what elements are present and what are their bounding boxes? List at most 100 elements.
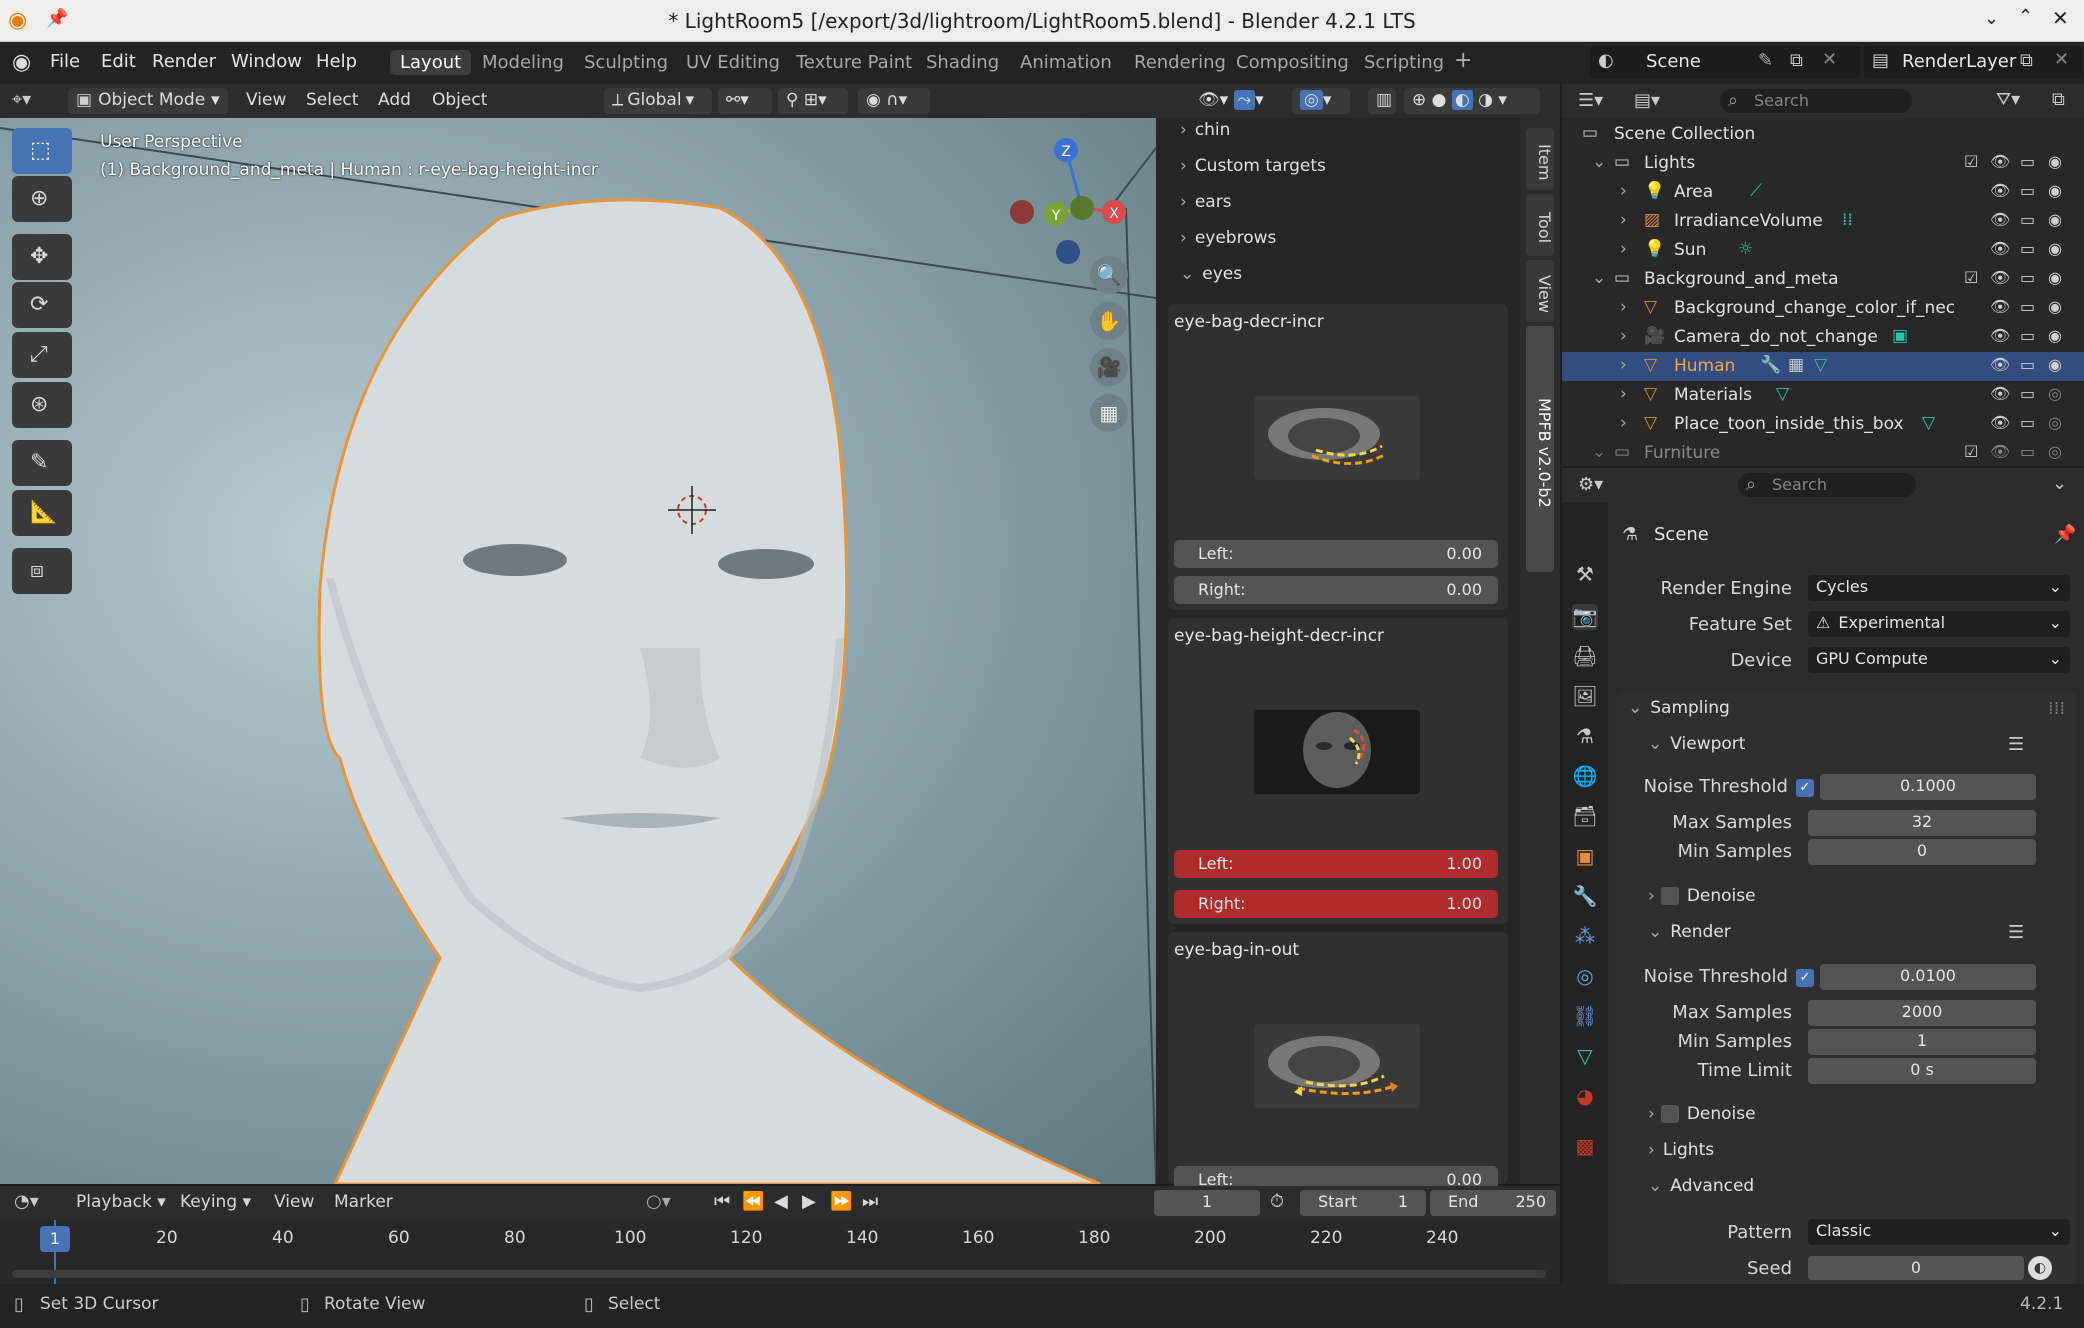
play-icon[interactable]: ▶ bbox=[802, 1191, 816, 1212]
clock-editor-icon[interactable]: ◔▾ bbox=[14, 1191, 39, 1212]
properties-search-input[interactable]: ⌕ Search bbox=[1738, 473, 1916, 497]
viewport-noise-threshold-field[interactable]: 0.1000 bbox=[1820, 774, 2036, 800]
jump-end-icon[interactable]: ⏭ bbox=[862, 1191, 878, 1212]
ortho-grid-icon[interactable]: ▦ bbox=[1090, 394, 1128, 432]
select-box-tool[interactable]: ⬚ bbox=[12, 128, 72, 174]
eye-icon[interactable]: 👁 bbox=[1990, 181, 2010, 200]
monitor-icon[interactable]: ▭ bbox=[2020, 326, 2035, 345]
pan-hand-icon[interactable]: ✋ bbox=[1090, 302, 1128, 340]
camera-icon[interactable]: ◎ bbox=[2048, 384, 2062, 403]
current-frame-field[interactable]: 1 bbox=[1154, 1190, 1260, 1216]
left-eye-bag-slider[interactable]: Left: 0.00 bbox=[1174, 540, 1498, 568]
camera-icon[interactable]: ◉ bbox=[2048, 210, 2062, 229]
advanced-subheader[interactable]: ⌄ Advanced bbox=[1648, 1176, 1754, 1196]
outliner-row-place-toon[interactable]: › ▽ Place_toon_inside_this_box ▽ 👁 ▭ ◎ bbox=[1562, 410, 2084, 439]
outliner-search-input[interactable]: ⌕ Search bbox=[1720, 89, 1912, 113]
presets-list-icon[interactable]: ☰ bbox=[2008, 734, 2024, 755]
timeline-ruler[interactable]: 1 20 40 60 80 100 120 140 160 180 200 22… bbox=[0, 1220, 1560, 1284]
outliner-row-sun[interactable]: › 💡 Sun ☼ 👁 ▭ ◉ bbox=[1562, 236, 2084, 265]
denoise-checkbox[interactable] bbox=[1660, 887, 1679, 905]
monitor-icon[interactable]: ▭ bbox=[2020, 355, 2035, 374]
tab-texture-paint[interactable]: Texture Paint bbox=[786, 50, 922, 75]
close-button[interactable]: ✕ bbox=[2052, 6, 2069, 30]
eye-icon[interactable]: 👁 bbox=[1990, 239, 2010, 258]
presets-list-icon[interactable]: ☰ bbox=[2008, 922, 2024, 943]
tab-animation[interactable]: Animation bbox=[1010, 50, 1122, 75]
scale-tool[interactable]: ⤢ bbox=[12, 332, 72, 378]
outliner-row-background-and-meta[interactable]: ⌄ ▭ Background_and_meta ☑ 👁 ▭ ◉ bbox=[1562, 265, 2084, 294]
menu-object[interactable]: Object bbox=[432, 90, 487, 110]
menu-file[interactable]: File bbox=[50, 51, 80, 72]
eye-icon[interactable]: 👁 bbox=[1990, 413, 2010, 432]
stopwatch-icon[interactable]: ⏱ bbox=[1270, 1191, 1284, 1212]
render-engine-dropdown[interactable]: Cycles ⌄ bbox=[1808, 575, 2070, 601]
outliner-row-human[interactable]: › ▽ Human 🔧 ▦ ▽ 👁 ▭ ◉ bbox=[1562, 352, 2084, 381]
monitor-icon[interactable]: ▭ bbox=[2020, 181, 2035, 200]
monitor-icon[interactable]: ▭ bbox=[2020, 442, 2035, 461]
tab-layout[interactable]: Layout bbox=[390, 50, 472, 75]
start-frame-field[interactable]: Start 1 bbox=[1300, 1190, 1426, 1216]
lights-subheader[interactable]: › Lights bbox=[1648, 1140, 1714, 1160]
eye-icon[interactable]: 👁 bbox=[1990, 442, 2010, 461]
view-layer-selector[interactable]: ▤ RenderLayer ⧉ ✕ bbox=[1864, 46, 2082, 78]
display-mode-icon[interactable]: ▤▾ bbox=[1634, 90, 1660, 111]
delete-view-layer-icon[interactable]: ✕ bbox=[2054, 49, 2069, 70]
eye-icon[interactable]: 👁 bbox=[1990, 297, 2010, 316]
eye-icon[interactable]: 👁 bbox=[1990, 210, 2010, 229]
camera-icon[interactable]: ◉ bbox=[2048, 239, 2062, 258]
viewport-subheader[interactable]: ⌄ Viewport bbox=[1648, 734, 1745, 754]
outliner-row-materials[interactable]: › ▽ Materials ▽ 👁 ▭ ◎ bbox=[1562, 381, 2084, 410]
menu-window[interactable]: Window bbox=[231, 51, 302, 72]
pin-icon[interactable]: 📌 bbox=[2054, 524, 2076, 545]
camera-icon[interactable]: ◉ bbox=[2048, 268, 2062, 287]
minimize-button[interactable]: ⌄ bbox=[1984, 8, 1999, 29]
marker-menu[interactable]: Marker bbox=[334, 1192, 393, 1212]
eye-icon[interactable]: 👁 bbox=[1990, 384, 2010, 403]
editor-type-icon[interactable]: ⚙▾ bbox=[1578, 474, 1603, 495]
particles-tab-icon[interactable]: ⁂ bbox=[1572, 924, 1598, 950]
xray-toggle[interactable]: ▥ bbox=[1368, 88, 1396, 114]
outliner-row-area[interactable]: › 💡 Area ⟋ 👁 ▭ ◉ bbox=[1562, 178, 2084, 207]
render-denoise-header[interactable]: › Denoise bbox=[1648, 1104, 1756, 1124]
add-workspace-icon[interactable]: + bbox=[1454, 48, 1472, 73]
new-collection-icon[interactable]: ⧉ bbox=[2052, 89, 2065, 110]
camera-icon[interactable]: ◎ bbox=[2048, 413, 2062, 432]
monitor-icon[interactable]: ▭ bbox=[2020, 384, 2035, 403]
camera-icon[interactable]: ◉ bbox=[2048, 181, 2062, 200]
menu-edit[interactable]: Edit bbox=[101, 51, 136, 72]
maximize-button[interactable]: ⌃ bbox=[2018, 6, 2033, 27]
group-ears[interactable]: › ears bbox=[1180, 192, 1232, 212]
menu-render[interactable]: Render bbox=[152, 51, 216, 72]
monitor-icon[interactable]: ▭ bbox=[2020, 239, 2035, 258]
zoom-icon[interactable]: 🔍 bbox=[1090, 256, 1128, 294]
tab-item[interactable]: Item bbox=[1526, 128, 1554, 190]
render-max-samples-field[interactable]: 2000 bbox=[1808, 1000, 2036, 1026]
new-view-layer-icon[interactable]: ⧉ bbox=[2020, 50, 2033, 71]
render-subheader[interactable]: ⌄ Render bbox=[1648, 922, 1731, 942]
navigation-gizmo[interactable]: Z X Y bbox=[990, 128, 1140, 278]
group-eyebrows[interactable]: › eyebrows bbox=[1180, 228, 1276, 248]
tab-mpfb[interactable]: MPFB v2.0-b2 bbox=[1526, 326, 1554, 572]
monitor-icon[interactable]: ▭ bbox=[2020, 152, 2035, 171]
jump-start-icon[interactable]: ⏮ bbox=[714, 1191, 730, 1212]
left-eye-bag-height-slider[interactable]: Left: 1.00 bbox=[1174, 850, 1498, 878]
timeline-view-menu[interactable]: View bbox=[274, 1192, 314, 1212]
play-reverse-icon[interactable]: ◀ bbox=[774, 1191, 788, 1212]
tab-shading[interactable]: Shading bbox=[916, 50, 1009, 75]
tab-scripting[interactable]: Scripting bbox=[1354, 50, 1454, 75]
end-frame-field[interactable]: End 250 bbox=[1430, 1190, 1556, 1216]
monitor-icon[interactable]: ▭ bbox=[2020, 268, 2035, 287]
group-eyes[interactable]: ⌄ eyes bbox=[1180, 264, 1242, 284]
next-keyframe-icon[interactable]: ⏩ bbox=[830, 1191, 852, 1212]
outliner-row-camera[interactable]: › 🎥 Camera_do_not_change ▣ 👁 ▭ ◉ bbox=[1562, 323, 2084, 352]
mode-dropdown[interactable]: ▣ Object Mode ▾ bbox=[68, 88, 228, 114]
orientation-dropdown[interactable]: ⟂ Global ▾ bbox=[604, 88, 712, 114]
tab-view[interactable]: View bbox=[1526, 260, 1554, 322]
blender-menu-icon[interactable]: ◉ bbox=[12, 50, 31, 75]
menu-view[interactable]: View bbox=[246, 90, 286, 110]
random-seed-icon[interactable]: ◐ bbox=[2028, 1256, 2052, 1280]
pattern-dropdown[interactable]: Classic ⌄ bbox=[1808, 1219, 2070, 1245]
camera-view-icon[interactable]: 🎥 bbox=[1090, 348, 1128, 386]
group-custom-targets[interactable]: › Custom targets bbox=[1180, 156, 1326, 176]
tab-sculpting[interactable]: Sculpting bbox=[574, 50, 678, 75]
